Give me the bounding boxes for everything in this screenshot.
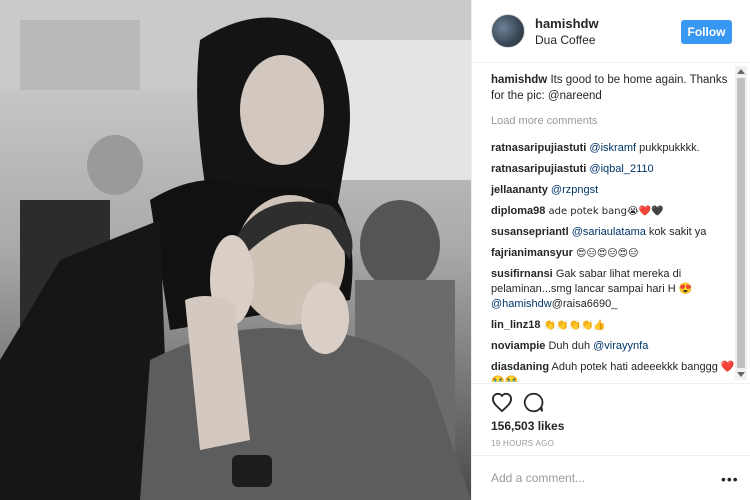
comment-username[interactable]: ratnasaripujiastuti: [491, 142, 586, 154]
comment-mention[interactable]: @iqbal_2110: [589, 163, 653, 175]
add-comment-input[interactable]: [491, 468, 701, 488]
photo-illustration: [0, 0, 471, 500]
comment-item: susifirnansi Gak sabar lihat mereka di p…: [491, 267, 737, 312]
comment-mention[interactable]: @hamishdw: [491, 298, 552, 310]
post-location[interactable]: Dua Coffee: [535, 33, 596, 47]
heart-icon[interactable]: [491, 392, 513, 417]
likes-count[interactable]: 156,503 likes: [491, 419, 564, 433]
comment-text: 😍😑😍😑😍😑: [575, 248, 639, 259]
post-photo[interactable]: [0, 0, 471, 500]
comment-username[interactable]: fajrianimansyur: [491, 247, 573, 259]
comment-item: fajrianimansyur 😍😑😍😑😍😑: [491, 246, 737, 261]
comment-username[interactable]: susifirnansi: [491, 268, 553, 280]
comment-text: ade potek bang😭❤️🖤: [548, 206, 664, 217]
comment-text-2: @raisa6690_: [551, 298, 618, 310]
comment-item: ratnasaripujiastuti @iqbal_2110: [491, 162, 737, 177]
comments-scrollbar[interactable]: [735, 66, 747, 380]
comment-text: 👏👏👏👏👍: [543, 320, 606, 331]
post-header: hamishdw Dua Coffee Follow: [472, 0, 750, 63]
comment-username[interactable]: susansepriantl: [491, 226, 569, 238]
comment-username[interactable]: lin_linz18: [491, 319, 541, 331]
post-details-panel: hamishdw Dua Coffee Follow hamishdw Its …: [471, 0, 750, 500]
load-more-comments-link[interactable]: Load more comments: [491, 114, 737, 129]
comment-username[interactable]: diasdaning: [491, 361, 549, 373]
comment-username[interactable]: noviampie: [491, 340, 545, 352]
comment-item: lin_linz18 👏👏👏👏👍: [491, 318, 737, 333]
add-comment-bar: •••: [472, 455, 750, 500]
comment-item: diploma98 ade potek bang😭❤️🖤: [491, 204, 737, 219]
more-options-icon[interactable]: •••: [721, 472, 739, 486]
follow-button[interactable]: Follow: [681, 20, 732, 44]
comment-mention[interactable]: @sariaulatama: [572, 226, 646, 238]
comment-item: ratnasaripujiastuti @iskramf pukkpukkkk.: [491, 141, 737, 156]
comment-mention[interactable]: @virayynfa: [593, 340, 648, 352]
comment-item: jellaananty @rzpngst: [491, 183, 737, 198]
comment-username[interactable]: diploma98: [491, 205, 545, 217]
post-actions: [472, 383, 750, 418]
comment-item: noviampie Duh duh @virayynfa: [491, 339, 737, 354]
caption: hamishdw Its good to be home again. Than…: [491, 72, 737, 104]
scroll-up-arrow-icon[interactable]: [737, 69, 745, 74]
post-timestamp: 19 HOURS AGO: [491, 439, 555, 448]
comment-username[interactable]: jellaananty: [491, 184, 548, 196]
avatar[interactable]: [491, 14, 525, 48]
comment-text: kok sakit ya: [648, 226, 707, 238]
comment-mention[interactable]: @iskramf: [589, 142, 636, 154]
comment-text: Duh duh: [548, 340, 591, 352]
caption-mention[interactable]: @nareend: [548, 90, 602, 102]
comment-text: pukkpukkkk.: [639, 142, 700, 154]
comment-username[interactable]: ratnasaripujiastuti: [491, 163, 586, 175]
scrollbar-thumb[interactable]: [737, 78, 745, 368]
comment-item: susansepriantl @sariaulatama kok sakit y…: [491, 225, 737, 240]
comment-icon[interactable]: [523, 392, 544, 418]
comment-mention[interactable]: @rzpngst: [551, 184, 598, 196]
comments-list: hamishdw Its good to be home again. Than…: [472, 64, 737, 382]
comment-item: diasdaning Aduh potek hati adeeekkk bang…: [491, 360, 737, 382]
scroll-down-arrow-icon[interactable]: [737, 372, 745, 377]
post-username[interactable]: hamishdw: [535, 16, 599, 31]
caption-username[interactable]: hamishdw: [491, 74, 547, 86]
